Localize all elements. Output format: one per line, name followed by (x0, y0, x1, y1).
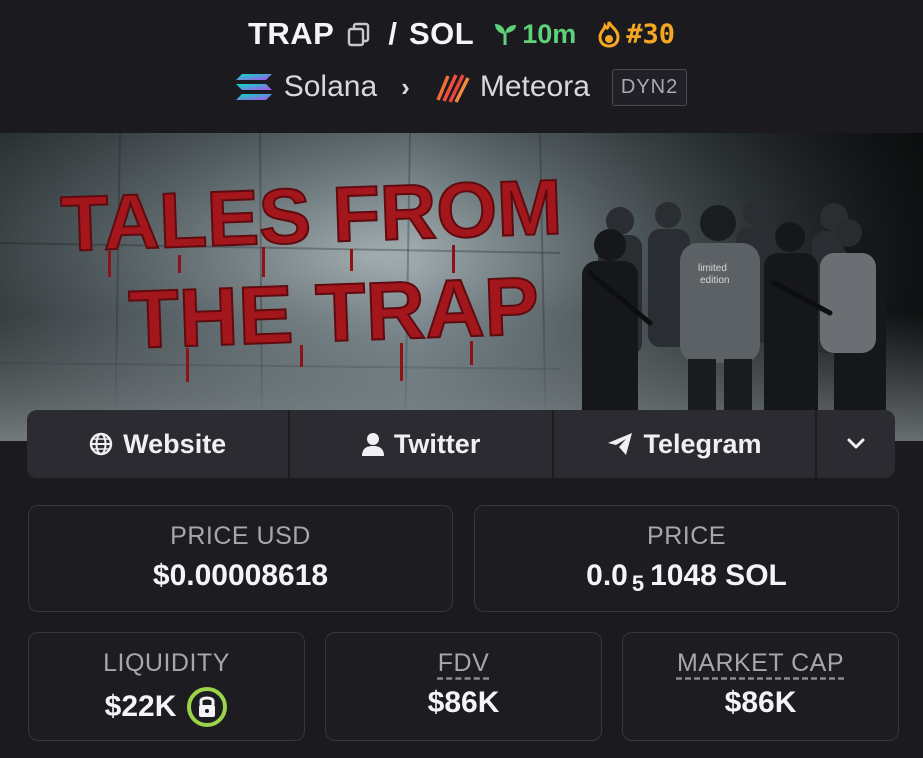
dex-link[interactable]: Meteora (480, 70, 590, 104)
price-native-tail: 1048 SOL (650, 559, 787, 592)
liquidity-label: LIQUIDITY (103, 649, 230, 677)
fdv-card: FDV $86K (325, 632, 602, 741)
price-usd-value: $0.00008618 (152, 559, 329, 592)
trending-rank[interactable]: #30 (596, 19, 675, 50)
token-banner-image: TALES FROM THE TRAP limited edition (0, 133, 923, 441)
quote-symbol: SOL (408, 16, 475, 51)
telegram-icon (608, 433, 633, 455)
price-usd-card: PRICE USD $0.00008618 (28, 505, 453, 612)
pair-separator: / (388, 16, 397, 51)
price-native-card: PRICE 0.0 5 1048 SOL (474, 505, 899, 612)
fdv-label[interactable]: FDV (438, 649, 490, 677)
chevron-right-icon: › (401, 71, 410, 102)
chain-link[interactable]: Solana (284, 70, 377, 104)
pair-age-value: 10m (522, 18, 577, 49)
more-links-button[interactable] (817, 410, 895, 478)
price-native-label: PRICE (647, 522, 726, 550)
market-cap-card: MARKET CAP $86K (622, 632, 899, 741)
fdv-value: $86K (427, 686, 500, 719)
price-native-value: 0.0 5 1048 SOL (475, 559, 898, 596)
market-cap-value: $86K (724, 686, 797, 719)
copy-address-icon[interactable] (346, 21, 372, 47)
shirt-text-1: limited (698, 263, 727, 274)
liquidity-value: $22K (104, 690, 177, 723)
pair-age: 10m (492, 19, 576, 50)
pair-header: TRAP / SOL 10m #30 Solana › Meteora DYN2 (0, 0, 923, 133)
market-cap-label[interactable]: MARKET CAP (677, 649, 844, 677)
price-native-lead: 0.0 (586, 559, 628, 592)
seedling-icon (495, 24, 517, 45)
website-button[interactable]: Website (27, 410, 291, 478)
pair-title-row: TRAP / SOL 10m #30 (0, 12, 923, 56)
chain-dex-row: Solana › Meteora DYN2 (0, 64, 923, 110)
price-native-zero-count: 5 (631, 571, 645, 596)
solana-logo-icon (235, 74, 272, 100)
telegram-label: Telegram (643, 428, 762, 459)
website-label: Website (123, 428, 227, 459)
banner-title-line1: TALES FROM (60, 163, 564, 268)
price-usd-label: PRICE USD (170, 522, 311, 550)
shirt-text-2: edition (700, 275, 729, 286)
liquidity-card: LIQUIDITY $22K (28, 632, 305, 741)
social-links-bar: Website Twitter Telegram (27, 410, 895, 478)
lock-icon[interactable] (186, 686, 228, 728)
flame-icon (598, 20, 620, 48)
telegram-button[interactable]: Telegram (554, 410, 818, 478)
dex-version-badge: DYN2 (611, 68, 688, 106)
banner-title-line2: THE TRAP (127, 261, 540, 366)
chevron-down-icon (847, 438, 865, 449)
user-icon (361, 433, 384, 456)
meteora-logo-icon (436, 74, 470, 103)
twitter-label: Twitter (393, 428, 481, 459)
globe-icon (89, 432, 113, 456)
trending-rank-value: #30 (626, 18, 676, 50)
twitter-button[interactable]: Twitter (290, 410, 554, 478)
base-symbol: TRAP (247, 16, 335, 51)
